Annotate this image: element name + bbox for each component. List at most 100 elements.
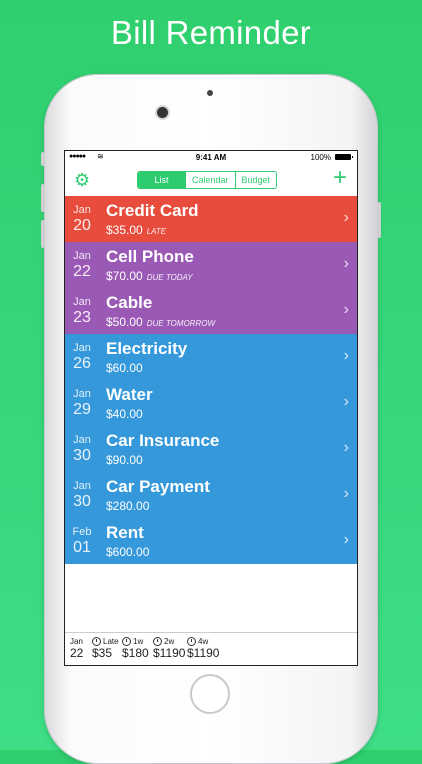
summary-2w: 2w $1190 [153, 636, 185, 660]
chevron-right-icon: › [343, 485, 349, 502]
battery-icon [335, 154, 353, 160]
summary-2w-value: $1190 [153, 646, 186, 660]
bill-row[interactable]: Jan 30 Car Insurance $90.00 › [65, 426, 357, 472]
bill-row[interactable]: Feb 01 Rent $600.00 › [65, 518, 357, 564]
bill-name: Cell Phone [106, 247, 194, 266]
bill-name: Rent [106, 523, 144, 542]
clock-icon [187, 636, 196, 646]
battery-percentage: 100% [310, 153, 331, 162]
bill-status-note: DUE TOMORROW [146, 319, 215, 328]
summary-date: Jan 22 [70, 636, 84, 661]
home-button[interactable] [190, 674, 230, 714]
clock-icon [92, 636, 101, 646]
bill-amount-line: $50.00 DUE TOMORROW [106, 315, 215, 329]
bill-amount: $60.00 [106, 361, 143, 375]
segment-calendar[interactable]: Calendar [185, 172, 235, 188]
bill-day: 20 [73, 217, 91, 234]
bill-status-note: DUE TODAY [146, 273, 193, 282]
summary-date-month: Jan [70, 636, 83, 646]
bill-row[interactable]: Jan 26 Electricity $60.00 › [65, 334, 357, 380]
phone-speaker [207, 90, 213, 96]
summary-1w-value: $180 [122, 646, 149, 660]
phone-frame: ●●●●● ≋ 9:41 AM 100% ⚙ List Calendar Bud… [41, 74, 381, 764]
bill-day: 26 [73, 355, 91, 372]
summary-1w: 1w $180 [122, 636, 149, 660]
summary-2w-label: 2w [164, 636, 175, 646]
chevron-right-icon: › [343, 301, 349, 318]
bill-month: Jan [73, 250, 91, 262]
bill-day: 23 [73, 309, 91, 326]
bill-amount-line: $60.00 [106, 361, 147, 375]
chevron-right-icon: › [343, 531, 349, 548]
bill-amount: $90.00 [106, 453, 143, 467]
bill-month: Jan [73, 342, 91, 354]
bill-amount-line: $70.00 DUE TODAY [106, 269, 193, 283]
bill-amount-line: $600.00 [106, 545, 153, 559]
bill-name: Credit Card [106, 201, 199, 220]
bill-amount-line: $90.00 [106, 453, 147, 467]
chevron-right-icon: › [343, 393, 349, 410]
segment-budget[interactable]: Budget [234, 172, 277, 188]
bill-amount: $600.00 [106, 545, 150, 559]
bill-row[interactable]: Jan 23 Cable $50.00 DUE TOMORROW › [65, 288, 357, 334]
bill-month: Jan [73, 388, 91, 400]
bill-name: Car Payment [106, 477, 210, 496]
segment-list[interactable]: List [138, 172, 185, 188]
bill-amount-line: $280.00 [106, 499, 153, 513]
clock-icon [122, 636, 131, 646]
status-bar: ●●●●● ≋ 9:41 AM 100% [65, 151, 357, 163]
volume-up-button [41, 184, 45, 212]
summary-date-day: 22 [70, 646, 84, 660]
power-button [377, 202, 381, 238]
chevron-right-icon: › [343, 255, 349, 272]
bill-day: 22 [73, 263, 91, 280]
app-headline: Bill Reminder [110, 14, 312, 51]
chevron-right-icon: › [343, 439, 349, 456]
summary-4w: 4w $1190 [187, 636, 219, 660]
bill-day: 30 [73, 493, 91, 510]
bill-month: Jan [73, 296, 91, 308]
chevron-right-icon: › [343, 347, 349, 364]
bill-amount: $50.00 [106, 315, 143, 329]
summary-4w-value: $1190 [187, 646, 220, 660]
summary-late: Late $35 [92, 636, 119, 660]
bill-amount: $280.00 [106, 499, 150, 513]
summary-4w-label: 4w [198, 636, 209, 646]
bill-day: 30 [73, 447, 91, 464]
chevron-right-icon: › [343, 209, 349, 226]
bill-name: Cable [106, 293, 153, 312]
silent-switch [41, 152, 45, 166]
bill-amount: $35.00 [106, 223, 143, 237]
summary-1w-label: 1w [133, 636, 144, 646]
clock-icon [153, 636, 162, 646]
phone-camera [157, 107, 168, 118]
summary-late-value: $35 [92, 646, 113, 660]
nav-bar: ⚙ List Calendar Budget + [65, 163, 357, 196]
bill-name: Water [106, 385, 153, 404]
summary-bar: Jan 22 Late $35 1w $180 2w $1190 4w $119… [65, 632, 357, 665]
bill-month: Feb [72, 526, 92, 538]
bill-row[interactable]: Jan 22 Cell Phone $70.00 DUE TODAY › [65, 242, 357, 288]
phone-screen: ●●●●● ≋ 9:41 AM 100% ⚙ List Calendar Bud… [64, 150, 358, 666]
bill-row[interactable]: Jan 30 Car Payment $280.00 › [65, 472, 357, 518]
bill-row[interactable]: Jan 29 Water $40.00 › [65, 380, 357, 426]
bill-amount-line: $35.00 LATE [106, 223, 166, 237]
bill-amount-line: $40.00 [106, 407, 147, 421]
bill-amount: $40.00 [106, 407, 143, 421]
summary-late-label: Late [103, 636, 119, 646]
bill-name: Electricity [106, 339, 188, 358]
bill-month: Jan [73, 204, 91, 216]
view-segmented-control: List Calendar Budget [137, 171, 278, 189]
bill-month: Jan [73, 434, 91, 446]
volume-down-button [41, 220, 45, 248]
bill-row[interactable]: Jan 20 Credit Card $35.00 LATE › [65, 196, 357, 242]
bill-status-note: LATE [146, 227, 167, 236]
bill-name: Car Insurance [106, 431, 220, 450]
gear-icon[interactable]: ⚙ [74, 171, 90, 189]
bill-month: Jan [73, 480, 91, 492]
plus-icon[interactable]: + [333, 166, 347, 190]
bill-day: 01 [73, 539, 91, 556]
bill-day: 29 [73, 401, 91, 418]
bill-amount: $70.00 [106, 269, 143, 283]
bill-list: Jan 20 Credit Card $35.00 LATE › Jan 22 Cell Pho… [65, 196, 357, 564]
